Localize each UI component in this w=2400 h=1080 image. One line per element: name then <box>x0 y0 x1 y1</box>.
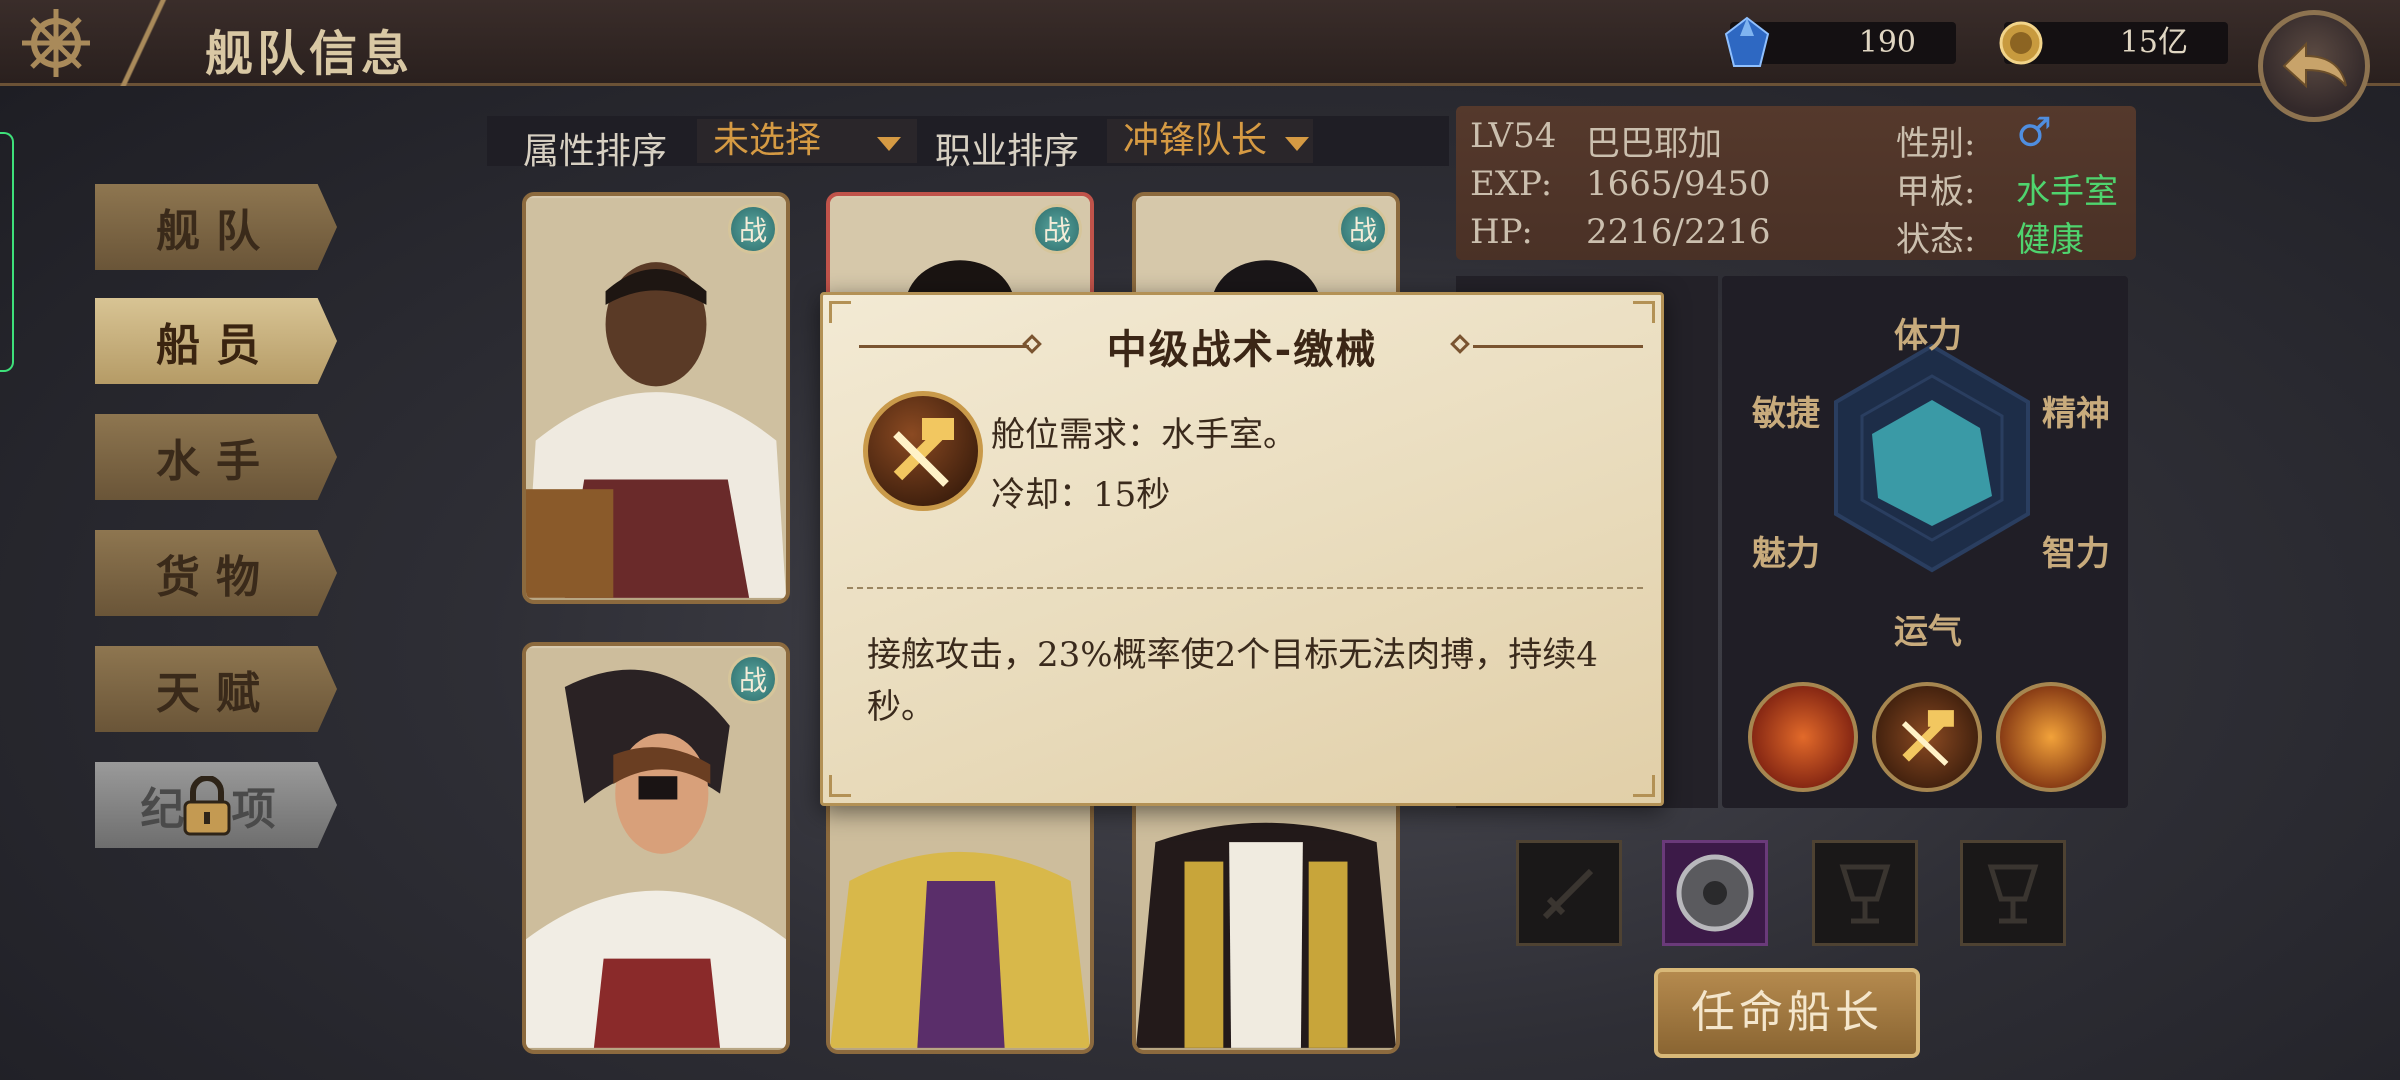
menu-cargo-button[interactable]: 货物 <box>95 530 337 616</box>
attr-charm: 魅力 <box>1752 534 1820 574</box>
armor-slot[interactable] <box>1662 840 1768 946</box>
attr-agility: 敏捷 <box>1752 394 1820 434</box>
deck-value: 水手室 <box>2016 172 2118 212</box>
coin-icon <box>1999 21 2043 65</box>
hammer-icon <box>1901 710 1954 766</box>
accessory-slot[interactable] <box>1960 840 2066 946</box>
attribute-sort-value: 未选择 <box>713 120 822 161</box>
corner-ornament <box>1633 775 1655 797</box>
skill-description: 接舷攻击，23%概率使2个目标无法肉搏，持续4秒。 <box>867 635 1598 727</box>
title-rule-right <box>1473 345 1643 348</box>
menu-crew-button[interactable]: 船员 <box>95 298 337 384</box>
ship-wheel-icon <box>8 4 104 82</box>
disarm-skill-icon <box>863 391 983 511</box>
menu-fleet-label: 舰队 <box>156 206 276 257</box>
attribute-sort-label: 属性排序 <box>523 131 668 172</box>
menu-talent-label: 天赋 <box>156 668 276 719</box>
hp-value: 2216/2216 <box>1586 212 1771 252</box>
chevron-down-icon <box>1285 137 1309 151</box>
captain-info-panel: LV54 巴巴耶加 EXP: 1665/9450 HP: 2216/2216 性… <box>1456 106 2136 260</box>
cup-icon <box>1839 864 1891 924</box>
male-gender-icon: ♂ <box>2016 110 2052 156</box>
crew-portrait <box>526 648 786 1048</box>
disarm-skill-icon[interactable] <box>1872 682 1982 792</box>
corner-ornament <box>829 775 851 797</box>
captain-name: 巴巴耶加 <box>1586 124 1722 164</box>
attr-spirit: 精神 <box>2042 394 2110 434</box>
sword-skill-icon[interactable] <box>1748 682 1858 792</box>
appoint-captain-button[interactable]: 任命船长 <box>1654 968 1920 1058</box>
job-sort-label: 职业排序 <box>935 131 1080 172</box>
title-divider <box>120 0 170 86</box>
chevron-down-icon <box>877 137 901 151</box>
menu-locked-button[interactable]: 纪 项 <box>95 762 337 848</box>
sword-icon <box>1542 868 1594 920</box>
captain-level: LV54 <box>1470 116 1557 156</box>
sort-bar: 属性排序 未选择 职业排序 冲锋队长 <box>487 116 1449 172</box>
side-drawer-handle[interactable] <box>0 132 14 372</box>
lock-icon <box>183 776 231 836</box>
attr-luck: 运气 <box>1894 612 1962 652</box>
back-button[interactable] <box>2258 10 2370 122</box>
battle-badge: 战 <box>728 654 778 704</box>
attribute-radar-panel: 体力 精神 智力 运气 魅力 敏捷 <box>1722 276 2128 808</box>
crew-portrait <box>526 198 786 598</box>
exp-value: 1665/9450 <box>1586 164 1771 204</box>
status-value: 健康 <box>2016 220 2084 260</box>
attr-stamina: 体力 <box>1894 316 1962 356</box>
crew-card[interactable]: 战 <box>522 642 790 1054</box>
exp-label: EXP: <box>1470 164 1553 204</box>
gender-label: 性别: <box>1896 124 1976 164</box>
weapon-slot[interactable] <box>1516 840 1622 946</box>
menu-sailors-button[interactable]: 水手 <box>95 414 337 500</box>
cup-icon <box>1987 864 2039 924</box>
attr-intellect: 智力 <box>2042 534 2110 574</box>
menu-fleet-button[interactable]: 舰队 <box>95 184 337 270</box>
battle-badge: 战 <box>1338 204 1388 254</box>
menu-sailors-label: 水手 <box>156 436 276 487</box>
battle-badge: 战 <box>728 204 778 254</box>
gem-counter: 190 <box>1724 16 1956 67</box>
menu-talent-button[interactable]: 天赋 <box>95 646 337 732</box>
attribute-sort-dropdown[interactable]: 未选择 <box>697 119 917 163</box>
cabin-requirement: 舱位需求：水手室。 <box>991 415 1297 455</box>
back-arrow-icon <box>2282 41 2347 89</box>
page-title: 舰队信息 <box>205 26 414 82</box>
skill-tooltip: 中级战术-缴械 舱位需求：水手室。 冷却：15秒 接舷攻击，23%概率使2个目标… <box>820 292 1664 806</box>
coin-count: 15亿 <box>2119 25 2188 60</box>
gem-count: 190 <box>1858 25 1916 60</box>
crew-card[interactable]: 战 <box>522 192 790 604</box>
tooltip-divider <box>847 587 1643 589</box>
menu-cargo-label: 货物 <box>156 552 276 603</box>
deck-label: 甲板: <box>1896 172 1976 212</box>
job-sort-value: 冲锋队长 <box>1123 120 1268 161</box>
strength-skill-icon[interactable] <box>1996 682 2106 792</box>
gem-icon <box>1724 16 1770 67</box>
cooldown-text: 冷却：15秒 <box>991 475 1171 515</box>
menu-crew-label: 船员 <box>156 320 276 371</box>
top-bar: 舰队信息 190 15亿 <box>0 0 2400 122</box>
accessory-slot[interactable] <box>1812 840 1918 946</box>
hammer-icon <box>893 418 954 487</box>
status-label: 状态: <box>1896 220 1976 260</box>
shield-icon <box>1676 854 1754 932</box>
job-sort-dropdown[interactable]: 冲锋队长 <box>1107 119 1313 163</box>
hp-label: HP: <box>1470 212 1533 252</box>
battle-badge: 战 <box>1032 204 1082 254</box>
coin-counter: 15亿 <box>1999 21 2228 65</box>
